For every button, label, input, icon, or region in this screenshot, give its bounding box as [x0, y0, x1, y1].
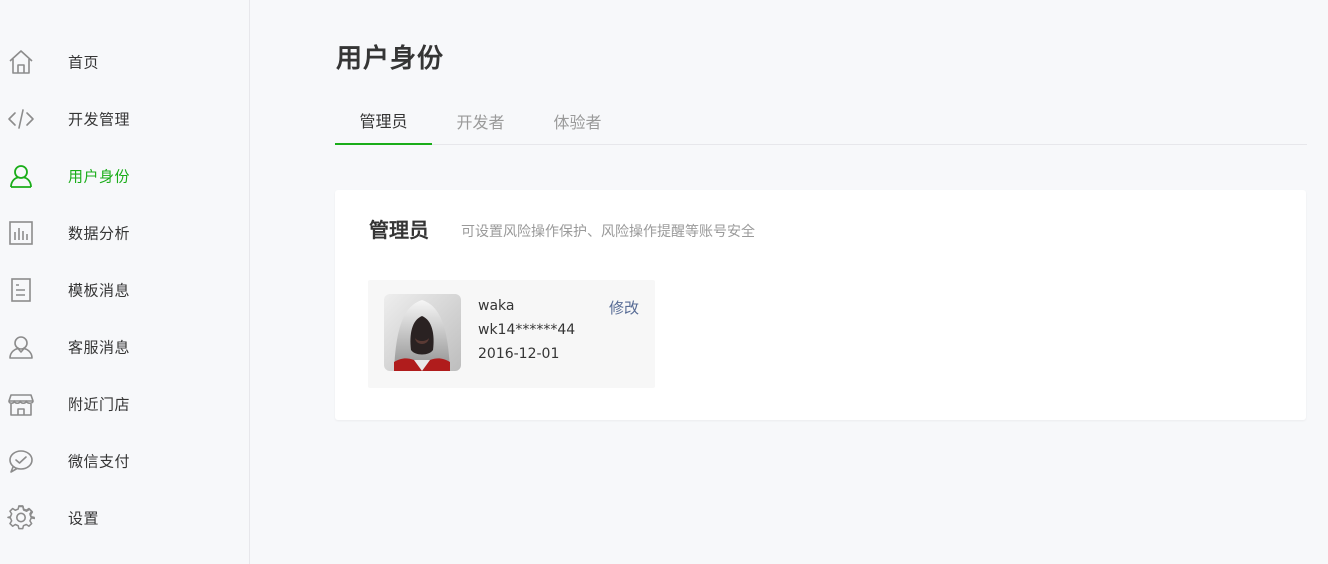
sidebar-item-user-identity[interactable]: 用户身份: [0, 147, 249, 204]
admin-card: 管理员 可设置风险操作保护、风险操作提醒等账号安全 waka wk14*****…: [335, 190, 1306, 420]
hooded-avatar-icon: [384, 294, 461, 371]
sidebar-item-template-message[interactable]: 模板消息: [0, 261, 249, 318]
gear-icon: [7, 504, 35, 532]
member-account: wk14******44: [478, 322, 576, 338]
member-date: 2016-12-01: [478, 346, 560, 362]
sidebar-item-wechat-pay[interactable]: 微信支付: [0, 432, 249, 489]
sidebar-item-label: 数据分析: [68, 224, 131, 242]
tab-bar: 管理员 开发者 体验者: [335, 97, 1307, 145]
document-icon: [7, 276, 35, 304]
store-icon: [7, 390, 35, 418]
app-root: 首页 开发管理 用户身份 数据分析 模板消息 客服消息 附近门店 微信支付 设置…: [0, 0, 1328, 564]
tab-tester[interactable]: 体验者: [529, 97, 626, 145]
sidebar-item-development[interactable]: 开发管理: [0, 90, 249, 147]
sidebar-item-label: 用户身份: [68, 167, 131, 185]
sidebar-item-home[interactable]: 首页: [0, 33, 249, 90]
tab-admin[interactable]: 管理员: [335, 97, 432, 145]
sidebar-item-label: 模板消息: [68, 281, 131, 299]
card-description: 可设置风险操作保护、风险操作提醒等账号安全: [461, 224, 755, 240]
sidebar: 首页 开发管理 用户身份 数据分析 模板消息 客服消息 附近门店 微信支付 设置: [0, 0, 250, 564]
sidebar-item-customer-service[interactable]: 客服消息: [0, 318, 249, 375]
card-title: 管理员: [369, 218, 429, 242]
sidebar-item-analytics[interactable]: 数据分析: [0, 204, 249, 261]
sidebar-item-label: 客服消息: [68, 338, 131, 356]
sidebar-item-settings[interactable]: 设置: [0, 489, 249, 546]
user-icon: [7, 162, 35, 190]
avatar: [384, 294, 461, 371]
sidebar-item-label: 微信支付: [68, 452, 131, 470]
sidebar-item-label: 首页: [68, 53, 100, 71]
home-icon: [7, 48, 35, 76]
edit-link[interactable]: 修改: [609, 297, 639, 318]
tab-developer[interactable]: 开发者: [432, 97, 529, 145]
page-title: 用户身份: [336, 44, 445, 74]
code-icon: [7, 105, 35, 133]
sidebar-item-nearby-stores[interactable]: 附近门店: [0, 375, 249, 432]
payment-icon: [7, 447, 35, 475]
member-name: waka: [478, 298, 515, 314]
sidebar-item-label: 开发管理: [68, 110, 131, 128]
chart-icon: [7, 219, 35, 247]
sidebar-item-label: 设置: [68, 509, 100, 527]
service-icon: [7, 333, 35, 361]
member-card: waka wk14******44 2016-12-01 修改: [368, 280, 655, 388]
sidebar-item-label: 附近门店: [68, 395, 131, 413]
